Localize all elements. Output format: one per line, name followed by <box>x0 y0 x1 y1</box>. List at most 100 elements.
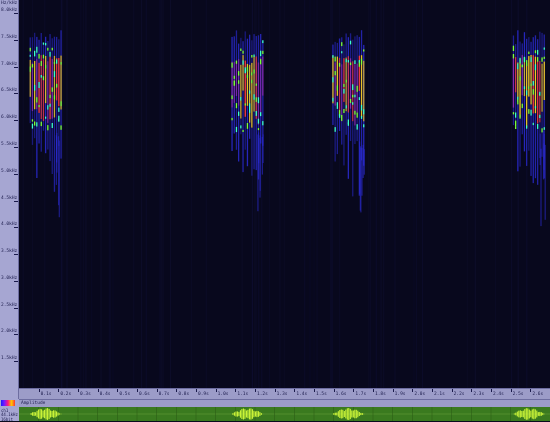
burst-tail <box>58 136 60 206</box>
burst-speckle <box>51 123 53 128</box>
burst-speckle <box>42 76 45 81</box>
burst-speckle <box>34 121 36 126</box>
noise-line <box>162 0 164 388</box>
burst-speckle <box>49 51 51 57</box>
burst-speckle <box>246 74 249 78</box>
burst-speckle <box>341 115 343 121</box>
burst-speckle <box>36 97 38 103</box>
burst-speckle <box>235 60 238 64</box>
noise-line <box>421 0 423 388</box>
waveform-panel[interactable] <box>19 407 550 421</box>
burst-speckle <box>332 77 334 83</box>
burst-speckle <box>251 55 253 58</box>
burst-speckle <box>343 83 345 87</box>
burst-speckle <box>45 116 47 119</box>
burst-tail <box>259 138 261 198</box>
noise-line <box>474 0 476 388</box>
time-tick <box>294 389 296 392</box>
burst-speckle <box>360 58 363 65</box>
noise-line <box>159 0 161 388</box>
burst-speckle <box>60 101 62 107</box>
time-tick <box>196 389 197 392</box>
burst-core <box>512 55 515 108</box>
time-tick-label: 1.8s <box>375 392 386 397</box>
time-tick-label: 1.4s <box>296 392 308 397</box>
burst-speckle <box>528 86 530 89</box>
spectrogram-canvas[interactable] <box>19 0 550 388</box>
burst-speckle <box>40 121 42 127</box>
burst-speckle <box>336 85 338 91</box>
noise-line <box>133 0 135 388</box>
burst-core <box>543 61 545 100</box>
burst-core <box>49 56 51 120</box>
burst-speckle <box>517 96 519 100</box>
burst-speckle <box>349 40 352 45</box>
burst-speckle <box>526 60 528 66</box>
noise-line <box>108 0 110 388</box>
burst-speckle <box>347 122 349 126</box>
time-tick <box>38 389 40 392</box>
noise-line <box>283 0 285 388</box>
burst-core <box>262 56 264 96</box>
burst-speckle <box>512 45 515 51</box>
burst-speckle <box>537 57 539 62</box>
burst-speckle <box>233 75 235 79</box>
burst-speckle <box>343 109 345 113</box>
freq-tick <box>14 173 18 175</box>
time-tick-label: 0.7s <box>158 392 170 397</box>
noise-line <box>145 0 147 388</box>
time-tick-label: 1.1s <box>237 392 249 397</box>
burst-core <box>539 61 541 123</box>
time-tick <box>176 389 178 392</box>
burst-speckle <box>541 58 543 62</box>
noise-line <box>66 0 68 388</box>
color-palette-icon[interactable] <box>1 400 15 406</box>
freq-tick <box>14 361 18 363</box>
time-ruler[interactable]: 0.1s 0.2s 0.3s 0.4s 0.5s 0.6s 0.7s 0.8s 0.9s 1.0s… <box>19 388 550 399</box>
time-tick-label: 1.6s <box>335 392 347 397</box>
burst-core <box>249 64 251 123</box>
burst-speckle <box>334 71 336 76</box>
time-tick-label: 2.6s <box>532 392 544 397</box>
burst-speckle <box>530 83 532 86</box>
burst-speckle <box>354 94 356 98</box>
freq-tick <box>14 200 18 202</box>
burst-speckle <box>521 65 523 68</box>
noise-line <box>279 0 281 388</box>
burst-speckle <box>530 109 532 116</box>
burst-speckle <box>34 50 36 57</box>
noise-line <box>369 0 371 388</box>
freq-tick <box>14 334 18 336</box>
burst-speckle <box>543 56 545 59</box>
time-tick-label: 0.9s <box>198 392 209 397</box>
noise-line <box>330 0 332 388</box>
burst-core <box>253 56 255 112</box>
noise-line <box>304 0 306 388</box>
burst-speckle <box>242 60 244 65</box>
burst-core <box>341 64 343 122</box>
burst-speckle <box>363 124 365 128</box>
time-tick-label: 1.5s <box>316 392 327 397</box>
noise-line <box>313 0 315 388</box>
burst-speckle <box>56 83 58 88</box>
burst-core <box>255 56 257 119</box>
time-tick-label: 0.5s <box>119 392 131 397</box>
noise-line <box>383 0 385 388</box>
burst-speckle <box>352 102 354 105</box>
burst-speckle <box>334 56 336 62</box>
time-tick-label: 2.1s <box>434 392 445 397</box>
burst-speckle <box>58 115 60 122</box>
burst-speckle <box>515 120 517 127</box>
burst-speckle <box>262 40 264 44</box>
burst-tail <box>362 144 364 178</box>
burst-speckle <box>29 47 31 52</box>
burst-core <box>240 64 242 119</box>
burst-speckle <box>257 118 260 124</box>
burst-core <box>528 56 530 97</box>
burst-speckle <box>260 112 262 117</box>
burst-speckle <box>341 51 343 54</box>
time-tick <box>255 389 256 392</box>
time-tick <box>117 389 119 392</box>
frequency-axis: Hz/kHz 8.0kHz 7.5kHz 7.0kHz 6.5kHz 6.0kHz 5.5k… <box>0 0 19 388</box>
burst-speckle <box>253 69 255 74</box>
